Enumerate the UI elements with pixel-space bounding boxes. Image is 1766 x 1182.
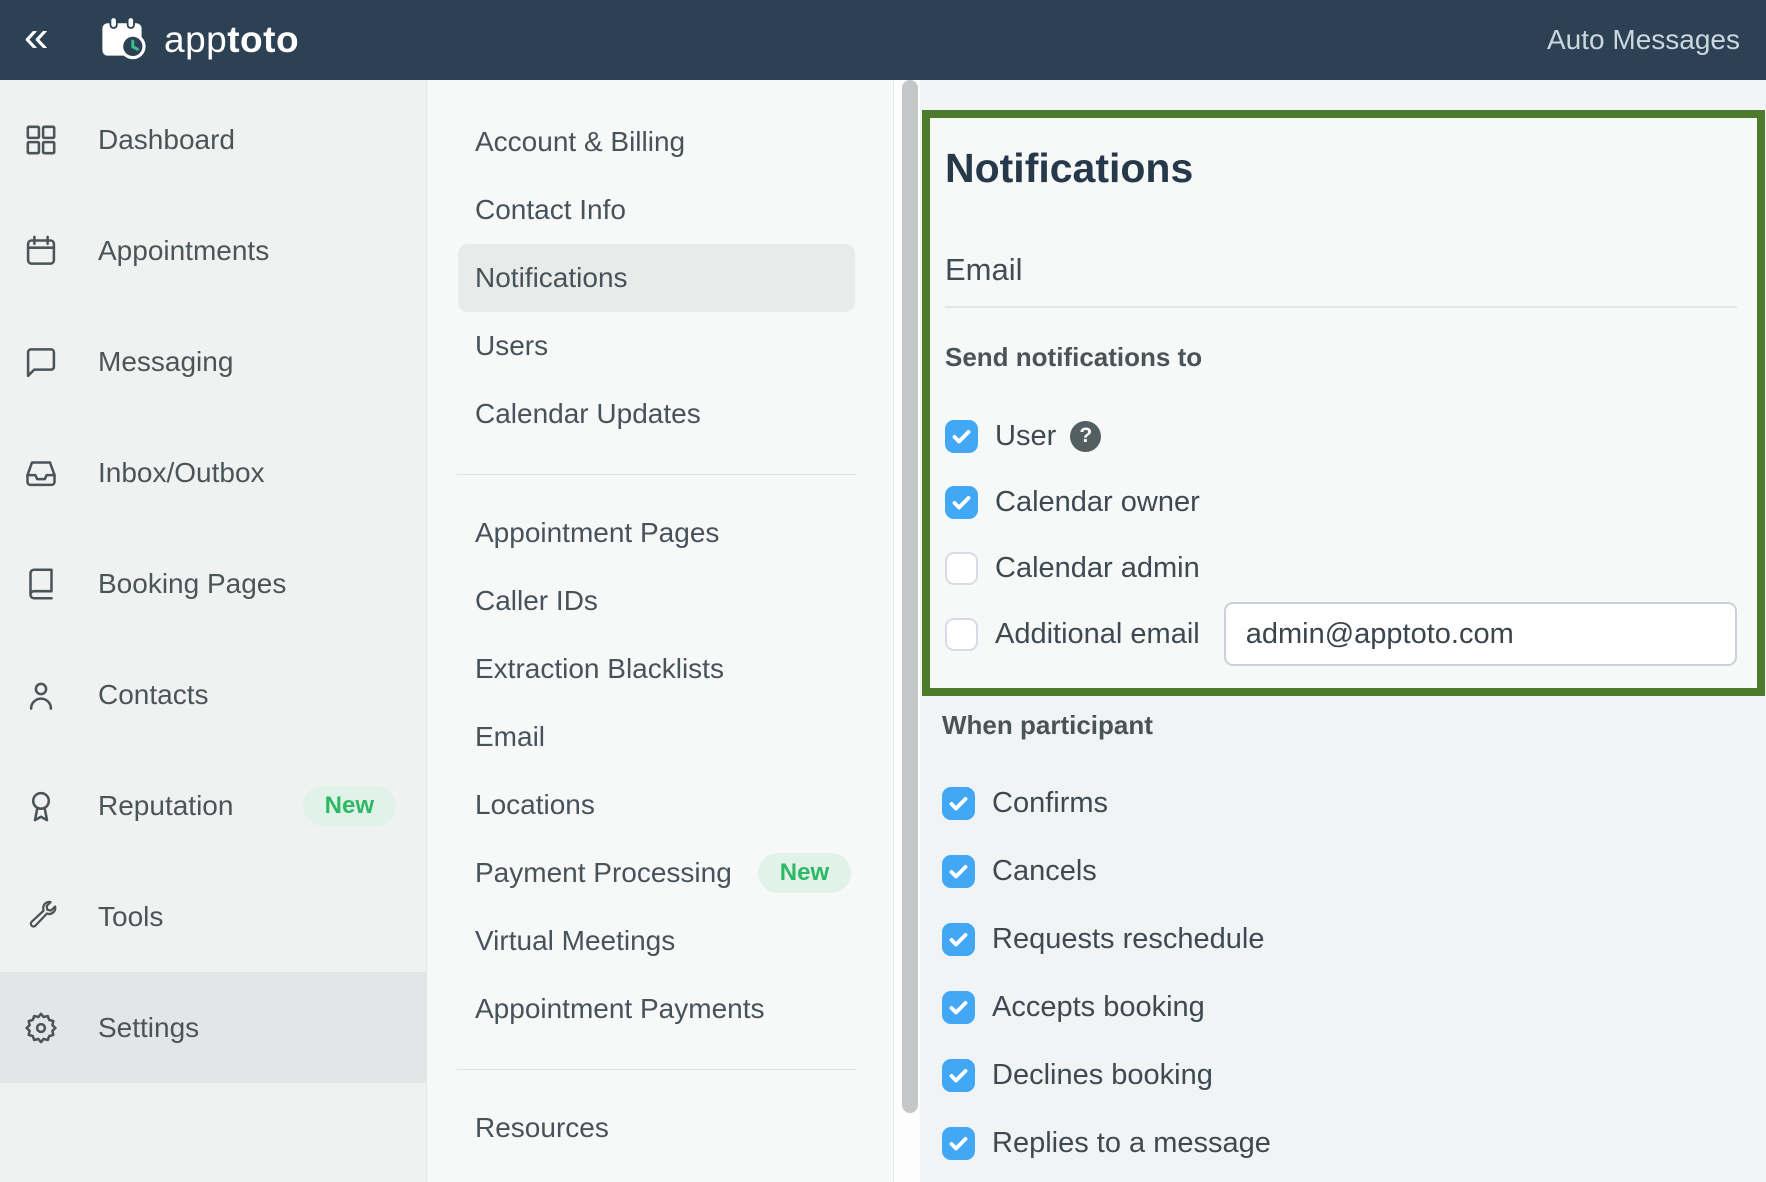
option-row-accepts-booking: Accepts booking <box>942 973 1766 1041</box>
notifications-panel: Notifications Email Send notifications t… <box>920 80 1766 1182</box>
new-badge: New <box>758 853 851 893</box>
when-participant-section: When participant Confirms Cancels <box>920 712 1766 1177</box>
sidebar-item-inbox-outbox[interactable]: Inbox/Outbox <box>0 417 426 528</box>
email-section-title: Email <box>945 252 1737 288</box>
collapse-sidebar-icon[interactable]: « <box>24 17 60 57</box>
option-label: Replies to a message <box>992 1127 1271 1160</box>
submenu-item-users[interactable]: Users <box>427 312 893 380</box>
option-label: User <box>995 420 1056 453</box>
send-notifications-to-label: Send notifications to <box>945 344 1737 371</box>
sidebar-label: Messaging <box>98 346 233 378</box>
gear-icon <box>22 1009 59 1046</box>
calendar-icon <box>22 232 59 269</box>
submenu-item-locations[interactable]: Locations <box>427 771 893 839</box>
option-label: Requests reschedule <box>992 923 1264 956</box>
sidebar-item-settings[interactable]: Settings <box>0 972 426 1083</box>
submenu-item-calendar-updates[interactable]: Calendar Updates <box>427 380 893 448</box>
replies-to-message-checkbox[interactable] <box>942 1127 975 1160</box>
option-label: Declines booking <box>992 1059 1213 1092</box>
submenu-item-payment-processing[interactable]: Payment Processing New <box>427 839 893 907</box>
submenu-divider <box>457 1069 856 1070</box>
highlighted-notifications-box: Notifications Email Send notifications t… <box>922 110 1765 696</box>
sidebar-item-messaging[interactable]: Messaging <box>0 306 426 417</box>
calendar-admin-checkbox[interactable] <box>945 552 978 585</box>
option-row-confirms: Confirms <box>942 769 1766 837</box>
scrollbar-track[interactable] <box>893 80 920 1182</box>
brand-name: apptoto <box>164 19 299 61</box>
calendar-clock-logo-icon <box>98 14 150 66</box>
top-bar: « apptoto Auto Messages <box>0 0 1766 80</box>
new-badge: New <box>303 786 396 826</box>
submenu-item-caller-ids[interactable]: Caller IDs <box>427 567 893 635</box>
submenu-item-notifications[interactable]: Notifications <box>458 244 855 312</box>
additional-email-input[interactable] <box>1224 602 1737 666</box>
accepts-booking-checkbox[interactable] <box>942 991 975 1024</box>
section-divider <box>945 306 1737 308</box>
sidebar-label: Booking Pages <box>98 568 286 600</box>
apptoto-logo[interactable]: apptoto <box>98 14 299 66</box>
inbox-icon <box>22 454 59 491</box>
option-row-requests-reschedule: Requests reschedule <box>942 905 1766 973</box>
sidebar-label: Settings <box>98 1012 199 1044</box>
sidebar-item-dashboard[interactable]: Dashboard <box>0 84 426 195</box>
person-icon <box>22 676 59 713</box>
additional-email-checkbox[interactable] <box>945 618 978 651</box>
sidebar-label: Inbox/Outbox <box>98 457 265 489</box>
option-row-calendar-owner: Calendar owner <box>945 469 1737 535</box>
when-participant-label: When participant <box>942 712 1766 739</box>
option-label: Calendar admin <box>995 552 1200 585</box>
book-icon <box>22 565 59 602</box>
submenu-item-extraction-blacklists[interactable]: Extraction Blacklists <box>427 635 893 703</box>
wrench-icon <box>22 898 59 935</box>
submenu-label: Payment Processing <box>475 857 732 889</box>
award-ribbon-icon <box>22 787 59 824</box>
option-label: Additional email <box>995 618 1200 651</box>
settings-submenu: Account & Billing Contact Info Notificat… <box>426 80 893 1182</box>
submenu-item-appointment-pages[interactable]: Appointment Pages <box>427 499 893 567</box>
sidebar-label: Reputation <box>98 790 233 822</box>
option-row-replies-to-message: Replies to a message <box>942 1109 1766 1177</box>
sidebar-label: Contacts <box>98 679 209 711</box>
declines-booking-checkbox[interactable] <box>942 1059 975 1092</box>
help-icon[interactable]: ? <box>1070 421 1101 452</box>
calendar-owner-checkbox[interactable] <box>945 486 978 519</box>
option-row-user: User ? <box>945 403 1737 469</box>
sidebar-item-appointments[interactable]: Appointments <box>0 195 426 306</box>
sidebar-item-booking-pages[interactable]: Booking Pages <box>0 528 426 639</box>
submenu-item-resources[interactable]: Resources <box>427 1094 893 1162</box>
sidebar-label: Dashboard <box>98 124 235 156</box>
submenu-item-virtual-meetings[interactable]: Virtual Meetings <box>427 907 893 975</box>
submenu-divider <box>457 474 856 475</box>
page-title: Notifications <box>945 144 1737 192</box>
option-row-declines-booking: Declines booking <box>942 1041 1766 1109</box>
submenu-item-appointment-payments[interactable]: Appointment Payments <box>427 975 893 1043</box>
option-label: Accepts booking <box>992 991 1205 1024</box>
option-label: Cancels <box>992 855 1097 888</box>
user-checkbox[interactable] <box>945 420 978 453</box>
chat-bubble-icon <box>22 343 59 380</box>
option-label: Calendar owner <box>995 486 1200 519</box>
submenu-item-contact-info[interactable]: Contact Info <box>427 176 893 244</box>
scrollbar-thumb[interactable] <box>902 80 918 1113</box>
submenu-item-email[interactable]: Email <box>427 703 893 771</box>
requests-reschedule-checkbox[interactable] <box>942 923 975 956</box>
dashboard-grid-icon <box>22 121 59 158</box>
sidebar-label: Tools <box>98 901 163 933</box>
main-sidebar: Dashboard Appointments Messaging Inbox/O… <box>0 80 426 1182</box>
sidebar-item-tools[interactable]: Tools <box>0 861 426 972</box>
cancels-checkbox[interactable] <box>942 855 975 888</box>
sidebar-item-contacts[interactable]: Contacts <box>0 639 426 750</box>
sidebar-label: Appointments <box>98 235 269 267</box>
option-row-cancels: Cancels <box>942 837 1766 905</box>
auto-messages-link[interactable]: Auto Messages <box>1547 24 1740 56</box>
option-row-calendar-admin: Calendar admin <box>945 535 1737 601</box>
submenu-item-account-billing[interactable]: Account & Billing <box>427 108 893 176</box>
option-row-additional-email: Additional email <box>945 601 1737 667</box>
option-label: Confirms <box>992 787 1108 820</box>
confirms-checkbox[interactable] <box>942 787 975 820</box>
sidebar-item-reputation[interactable]: Reputation New <box>0 750 426 861</box>
